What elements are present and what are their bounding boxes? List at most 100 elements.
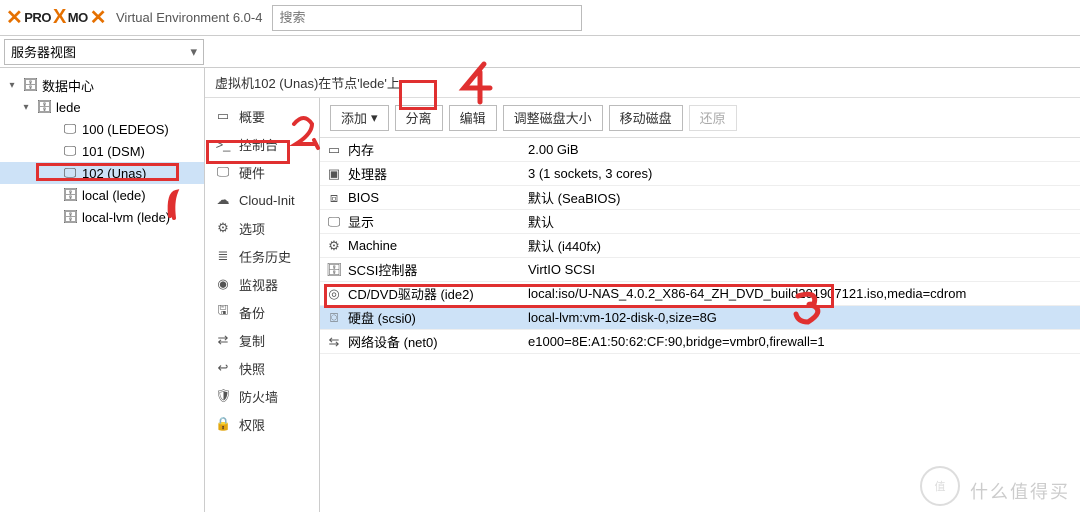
hw-icon: 🗄 xyxy=(320,262,348,278)
hw-row[interactable]: ⚙Machine默认 (i440fx) xyxy=(320,234,1080,258)
tree-item-101[interactable]: 🖵 101 (DSM) xyxy=(0,140,204,162)
logo-x-icon: ✕ xyxy=(6,5,22,30)
content-pane: 虚拟机102 (Unas)在节点'lede'上 ▭概要>_控制台🖵硬件☁Clou… xyxy=(205,68,1080,512)
hw-value: 默认 (SeaBIOS) xyxy=(528,188,1080,207)
hw-value: 3 (1 sockets, 3 cores) xyxy=(528,166,1080,181)
hw-key: 处理器 xyxy=(348,164,528,183)
hw-value: local-lvm:vm-102-disk-0,size=8G xyxy=(528,310,1080,325)
vtab-Cloud-Init[interactable]: ☁ Cloud-Init xyxy=(205,186,319,214)
hw-key: SCSI控制器 xyxy=(348,260,528,279)
vertical-tabs: ▭ 概要 >_ 控制台 🖵硬件 ☁ Cloud-Init ⚙ 选项 ≣ 任务历史 ◉ 监视器 🖫 备份 ⇄复制… xyxy=(205,98,320,512)
hw-key: 显示 xyxy=(348,212,528,231)
tree-item-local[interactable]: 🗄 local (lede) xyxy=(0,184,204,206)
hw-value: 默认 (i440fx) xyxy=(528,236,1080,255)
hw-icon: ⚙ xyxy=(320,238,348,254)
vtab-label: 备份 xyxy=(239,303,265,322)
vtab-label: 概要 xyxy=(239,107,265,126)
hw-key: BIOS xyxy=(348,190,528,205)
hw-icon: ⌼ xyxy=(320,310,348,326)
vtab-label: 权限 xyxy=(239,415,265,434)
vtab-权限[interactable]: 🔒 权限 xyxy=(205,410,319,438)
vtab-概要[interactable]: ▭ 概要 xyxy=(205,102,319,130)
hw-row[interactable]: ⇆网络设备 (net0)e1000=8E:A1:50:62:CF:90,brid… xyxy=(320,330,1080,354)
hw-value: local:iso/U-NAS_4.0.2_X86-64_ZH_DVD_buil… xyxy=(528,286,1080,301)
hw-row[interactable]: ⧈BIOS默认 (SeaBIOS) xyxy=(320,186,1080,210)
vtab-监视器[interactable]: ◉ 监视器 xyxy=(205,270,319,298)
vtab-label: 复制 xyxy=(239,331,265,350)
add-button[interactable]: 添加▾ xyxy=(330,105,389,131)
hw-key: 网络设备 (net0) xyxy=(348,332,528,351)
vm-icon: 🗄 xyxy=(62,187,78,203)
vtab-复制[interactable]: ⇄复制 xyxy=(205,326,319,354)
tree-node-lede[interactable]: ▾ 🗄 lede xyxy=(0,96,204,118)
hw-row[interactable]: ▣处理器3 (1 sockets, 3 cores) xyxy=(320,162,1080,186)
vtab-任务历史[interactable]: ≣ 任务历史 xyxy=(205,242,319,270)
collapse-icon[interactable]: ▾ xyxy=(6,80,18,91)
brand-post: MO xyxy=(68,10,88,25)
vtab-icon: 🔒 xyxy=(215,416,231,432)
detach-button[interactable]: 分离 xyxy=(395,105,443,131)
vm-icon: 🖵 xyxy=(62,121,78,137)
vtab-防火墙[interactable]: 🛡防火墙 xyxy=(205,382,319,410)
vtab-控制台[interactable]: >_ 控制台 xyxy=(205,130,319,158)
move-button[interactable]: 移动磁盘 xyxy=(609,105,683,131)
vm-icon: 🖵 xyxy=(62,165,78,181)
vtab-label: Cloud-Init xyxy=(239,193,295,208)
tree-label: 100 (LEDEOS) xyxy=(82,122,169,137)
hw-icon: ⇆ xyxy=(320,334,348,350)
brand-pre: PRO xyxy=(24,10,51,25)
chevron-down-icon: ▾ xyxy=(371,110,378,126)
breadcrumb: 虚拟机102 (Unas)在节点'lede'上 xyxy=(205,68,1080,98)
vtab-icon: ⚙ xyxy=(215,220,231,236)
tree-label: lede xyxy=(56,100,81,115)
vtab-label: 监视器 xyxy=(239,275,278,294)
vtab-label: 控制台 xyxy=(239,135,278,154)
vm-icon: 🖵 xyxy=(62,143,78,159)
node-icon: 🗄 xyxy=(36,99,52,115)
edit-button[interactable]: 编辑 xyxy=(449,105,497,131)
vtab-label: 硬件 xyxy=(239,163,265,182)
tree-label: 101 (DSM) xyxy=(82,144,145,159)
hw-row[interactable]: ◎CD/DVD驱动器 (ide2)local:iso/U-NAS_4.0.2_X… xyxy=(320,282,1080,306)
hw-icon: 🖵 xyxy=(320,214,348,230)
vtab-icon: ◉ xyxy=(215,276,231,292)
hw-icon: ▭ xyxy=(320,142,348,158)
search-input[interactable] xyxy=(272,5,582,31)
hw-row[interactable]: 🗄SCSI控制器VirtIO SCSI xyxy=(320,258,1080,282)
collapse-icon[interactable]: ▾ xyxy=(20,102,32,113)
resize-button[interactable]: 调整磁盘大小 xyxy=(503,105,603,131)
vtab-icon: 🖫 xyxy=(215,301,231,323)
vtab-icon: >_ xyxy=(215,137,231,152)
datacenter-icon: 🗄 xyxy=(22,77,38,93)
tree-item-local-lvm[interactable]: 🗄local-lvm (lede) xyxy=(0,206,204,228)
tree-item-100[interactable]: 🖵 100 (LEDEOS) xyxy=(0,118,204,140)
hw-value: 2.00 GiB xyxy=(528,142,1080,157)
hw-row[interactable]: ▭内存2.00 GiB xyxy=(320,138,1080,162)
hw-icon: ▣ xyxy=(320,166,348,182)
tree-datacenter[interactable]: ▾ 🗄 数据中心 xyxy=(0,74,204,96)
resource-tree: ▾ 🗄 数据中心 ▾ 🗄 lede 🖵 100 (LEDEOS) 🖵 101 (DSM… xyxy=(0,68,205,512)
hw-row[interactable]: 🖵显示默认 xyxy=(320,210,1080,234)
tree-item-102[interactable]: 🖵102 (Unas) xyxy=(0,162,204,184)
vtab-label: 选项 xyxy=(239,219,265,238)
breadcrumb-text: 虚拟机102 (Unas)在节点'lede'上 xyxy=(215,73,400,92)
vtab-硬件[interactable]: 🖵硬件 xyxy=(205,158,319,186)
vm-icon: 🗄 xyxy=(62,209,78,225)
vtab-备份[interactable]: 🖫 备份 xyxy=(205,298,319,326)
tree-label: 数据中心 xyxy=(42,76,94,95)
hw-row[interactable]: ⌼硬盘 (scsi0)local-lvm:vm-102-disk-0,size=… xyxy=(320,306,1080,330)
watermark-logo: 值 xyxy=(920,466,960,506)
view-select[interactable]: 服务器视图 xyxy=(4,39,204,65)
vtab-icon: ☁ xyxy=(215,192,231,208)
view-select-label: 服务器视图 xyxy=(11,45,76,60)
vtab-选项[interactable]: ⚙ 选项 xyxy=(205,214,319,242)
vtab-icon: ≣ xyxy=(215,248,231,264)
vtab-icon: ▭ xyxy=(215,108,231,124)
logo-x-icon-2: ✕ xyxy=(90,5,106,30)
hardware-list: ▭内存2.00 GiB▣处理器3 (1 sockets, 3 cores)⧈BI… xyxy=(320,138,1080,512)
tree-label: local (lede) xyxy=(82,188,146,203)
view-toolbar: 服务器视图 xyxy=(0,36,1080,68)
vtab-快照[interactable]: ↩快照 xyxy=(205,354,319,382)
vtab-label: 任务历史 xyxy=(239,247,291,266)
hw-value: e1000=8E:A1:50:62:CF:90,bridge=vmbr0,fir… xyxy=(528,334,1080,349)
